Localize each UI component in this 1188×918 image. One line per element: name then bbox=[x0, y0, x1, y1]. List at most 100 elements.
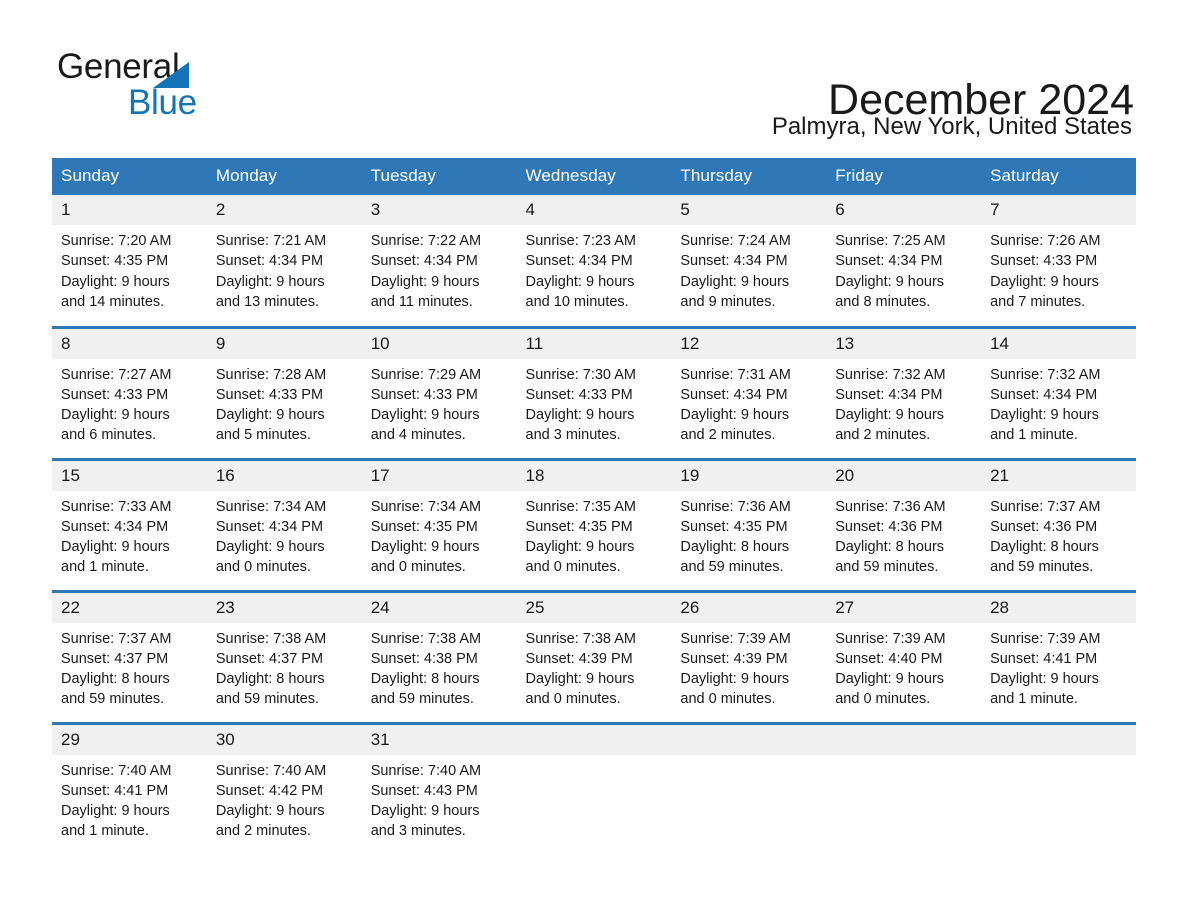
day-sun-info: Sunrise: 7:40 AM Sunset: 4:42 PM Daylight:… bbox=[207, 755, 362, 842]
day-info-line: Daylight: 9 hours bbox=[370, 539, 480, 556]
day-info-line: Sunrise: 7:32 AM bbox=[835, 366, 946, 383]
calendar-day-cell[interactable]: 5 Sunrise: 7:24 AM Sunset: 4:34 PM Daylight… bbox=[671, 195, 827, 327]
day-sun-info: Sunrise: 7:33 AM Sunset: 4:34 PM Daylight:… bbox=[52, 491, 207, 578]
day-info-line: Sunset: 4:35 PM bbox=[525, 518, 633, 535]
calendar-day-cell[interactable]: 13 Sunrise: 7:32 AM Sunset: 4:34 PM Dayligh… bbox=[826, 325, 982, 459]
day-info-line: Daylight: 9 hours bbox=[370, 273, 480, 290]
day-number: 16 bbox=[206, 460, 362, 491]
calendar-day-cell[interactable]: 31 Sunrise: 7:40 AM Sunset: 4:43 PM Dayligh… bbox=[361, 721, 517, 855]
calendar-day-cell[interactable]: 14 Sunrise: 7:32 AM Sunset: 4:34 PM Dayligh… bbox=[981, 325, 1136, 459]
calendar-day-cell[interactable]: 7 Sunrise: 7:26 AM Sunset: 4:33 PM Daylight… bbox=[981, 195, 1136, 327]
calendar-day-cell[interactable]: 12 Sunrise: 7:31 AM Sunset: 4:34 PM Dayligh… bbox=[671, 325, 827, 459]
day-info-line: Sunset: 4:37 PM bbox=[215, 650, 324, 667]
day-info-line: Sunset: 4:33 PM bbox=[525, 386, 633, 403]
calendar-day-cell[interactable]: 19 Sunrise: 7:36 AM Sunset: 4:35 PM Dayligh… bbox=[671, 457, 827, 591]
calendar-day-cell[interactable]: 11 Sunrise: 7:30 AM Sunset: 4:33 PM Dayligh… bbox=[516, 325, 672, 459]
calendar-day-cell[interactable]: 1 Sunrise: 7:20 AM Sunset: 4:35 PM Daylight… bbox=[52, 195, 207, 327]
day-number: 5 bbox=[671, 195, 827, 225]
day-info-line: Daylight: 9 hours bbox=[61, 803, 170, 820]
calendar-day-cell[interactable]: 20 Sunrise: 7:36 AM Sunset: 4:36 PM Dayligh… bbox=[826, 457, 982, 591]
day-sun-info: Sunrise: 7:28 AM Sunset: 4:33 PM Daylight:… bbox=[207, 359, 362, 446]
calendar-day-cell[interactable]: 2 Sunrise: 7:21 AM Sunset: 4:34 PM Daylight… bbox=[206, 195, 362, 327]
calendar-day-cell[interactable]: 4 Sunrise: 7:23 AM Sunset: 4:34 PM Daylight… bbox=[516, 195, 672, 327]
day-number: 9 bbox=[206, 328, 362, 359]
generalblue-logo[interactable]: General Blue bbox=[57, 48, 357, 128]
day-info-line: Daylight: 9 hours bbox=[215, 803, 325, 820]
day-info-line: and 0 minutes. bbox=[370, 559, 466, 576]
day-info-line: and 1 minute. bbox=[61, 823, 149, 840]
day-number: 14 bbox=[981, 328, 1136, 359]
day-info-line: and 8 minutes. bbox=[835, 293, 931, 310]
day-info-line: Daylight: 9 hours bbox=[525, 539, 635, 556]
day-sun-info: Sunrise: 7:25 AM Sunset: 4:34 PM Daylight:… bbox=[826, 225, 981, 312]
day-number: 21 bbox=[981, 460, 1136, 491]
calendar-day-cell[interactable]: 8 Sunrise: 7:27 AM Sunset: 4:33 PM Daylight… bbox=[52, 325, 207, 459]
calendar-day-cell[interactable]: 15 Sunrise: 7:33 AM Sunset: 4:34 PM Dayligh… bbox=[52, 457, 207, 591]
day-info-line: Sunset: 4:34 PM bbox=[680, 253, 788, 270]
day-sun-info: Sunrise: 7:29 AM Sunset: 4:33 PM Daylight:… bbox=[362, 359, 517, 446]
day-info-line: Sunrise: 7:25 AM bbox=[835, 233, 946, 249]
day-info-line: and 59 minutes. bbox=[990, 559, 1094, 576]
calendar-day-cell[interactable]: 23 Sunrise: 7:38 AM Sunset: 4:37 PM Dayligh… bbox=[206, 589, 362, 723]
calendar-day-cell[interactable]: 16 Sunrise: 7:34 AM Sunset: 4:34 PM Dayligh… bbox=[206, 457, 362, 591]
day-info-line: and 13 minutes. bbox=[215, 293, 320, 310]
day-info-line: Sunset: 4:35 PM bbox=[370, 518, 478, 535]
day-info-line: Daylight: 9 hours bbox=[990, 273, 1099, 290]
calendar-day-cell[interactable]: 28 Sunrise: 7:39 AM Sunset: 4:41 PM Dayligh… bbox=[981, 589, 1136, 723]
calendar-day-cell[interactable]: 6 Sunrise: 7:25 AM Sunset: 4:34 PM Daylight… bbox=[826, 195, 982, 327]
day-info-line: Sunset: 4:34 PM bbox=[525, 253, 633, 270]
day-info-line: Sunset: 4:34 PM bbox=[215, 518, 324, 535]
day-number: 3 bbox=[361, 195, 517, 225]
calendar-week-row: 29 Sunrise: 7:40 AM Sunset: 4:41 PM Dayligh… bbox=[52, 721, 1136, 855]
calendar-week-row: 15 Sunrise: 7:33 AM Sunset: 4:34 PM Dayligh… bbox=[52, 457, 1136, 591]
day-number: 20 bbox=[826, 460, 982, 491]
calendar-day-cell[interactable]: 30 Sunrise: 7:40 AM Sunset: 4:42 PM Dayligh… bbox=[206, 721, 362, 855]
calendar-day-cell[interactable]: 10 Sunrise: 7:29 AM Sunset: 4:33 PM Dayligh… bbox=[361, 325, 517, 459]
day-info-line: Daylight: 9 hours bbox=[835, 407, 945, 424]
calendar-day-cell-empty bbox=[826, 721, 982, 855]
day-number: 1 bbox=[52, 195, 207, 225]
calendar-day-cell[interactable]: 9 Sunrise: 7:28 AM Sunset: 4:33 PM Daylight… bbox=[206, 325, 362, 459]
day-info-line: Sunrise: 7:23 AM bbox=[525, 233, 636, 249]
day-info-line: and 10 minutes. bbox=[525, 293, 629, 310]
day-info-line: Sunrise: 7:40 AM bbox=[370, 762, 482, 779]
day-sun-info: Sunrise: 7:39 AM Sunset: 4:39 PM Daylight:… bbox=[671, 623, 826, 710]
day-info-line: and 0 minutes. bbox=[215, 559, 311, 576]
day-info-line: and 14 minutes. bbox=[61, 293, 165, 310]
calendar-day-cell[interactable]: 26 Sunrise: 7:39 AM Sunset: 4:39 PM Dayligh… bbox=[671, 589, 827, 723]
day-info-line: Sunset: 4:36 PM bbox=[990, 518, 1098, 535]
day-sun-info: Sunrise: 7:36 AM Sunset: 4:36 PM Daylight:… bbox=[826, 491, 981, 578]
day-info-line: Sunrise: 7:30 AM bbox=[525, 366, 636, 383]
day-number bbox=[516, 724, 672, 755]
day-info-line: Daylight: 8 hours bbox=[990, 539, 1099, 556]
calendar-day-cell[interactable]: 18 Sunrise: 7:35 AM Sunset: 4:35 PM Dayligh… bbox=[516, 457, 672, 591]
day-info-line: Daylight: 8 hours bbox=[680, 539, 790, 556]
calendar-day-cell[interactable]: 25 Sunrise: 7:38 AM Sunset: 4:39 PM Dayligh… bbox=[516, 589, 672, 723]
calendar-body: 1 Sunrise: 7:20 AM Sunset: 4:35 PM Daylight… bbox=[52, 195, 1136, 855]
day-sun-info: Sunrise: 7:21 AM Sunset: 4:34 PM Daylight:… bbox=[207, 225, 362, 312]
day-number bbox=[826, 724, 982, 755]
calendar-day-cell[interactable]: 3 Sunrise: 7:22 AM Sunset: 4:34 PM Daylight… bbox=[361, 195, 517, 327]
calendar-day-cell[interactable]: 17 Sunrise: 7:34 AM Sunset: 4:35 PM Dayligh… bbox=[361, 457, 517, 591]
calendar-day-cell[interactable]: 27 Sunrise: 7:39 AM Sunset: 4:40 PM Dayligh… bbox=[826, 589, 982, 723]
day-sun-info: Sunrise: 7:37 AM Sunset: 4:36 PM Daylight:… bbox=[981, 491, 1136, 578]
calendar-day-cell[interactable]: 24 Sunrise: 7:38 AM Sunset: 4:38 PM Dayligh… bbox=[361, 589, 517, 723]
day-info-line: Sunrise: 7:38 AM bbox=[215, 630, 327, 647]
day-number bbox=[671, 724, 827, 755]
calendar-week-row: 22 Sunrise: 7:37 AM Sunset: 4:37 PM Dayligh… bbox=[52, 589, 1136, 723]
calendar-day-cell[interactable]: 29 Sunrise: 7:40 AM Sunset: 4:41 PM Dayligh… bbox=[52, 721, 207, 855]
day-info-line: Daylight: 9 hours bbox=[215, 539, 325, 556]
calendar-day-cell[interactable]: 21 Sunrise: 7:37 AM Sunset: 4:36 PM Dayligh… bbox=[981, 457, 1136, 591]
day-info-line: Sunrise: 7:37 AM bbox=[61, 630, 172, 647]
day-info-line: Sunrise: 7:39 AM bbox=[990, 630, 1101, 647]
weekday-header-row: Sunday Monday Tuesday Wednesday Thursday Frid… bbox=[52, 158, 1136, 195]
day-info-line: and 0 minutes. bbox=[525, 691, 621, 708]
day-info-line: and 59 minutes. bbox=[61, 691, 165, 708]
day-sun-info: Sunrise: 7:34 AM Sunset: 4:34 PM Daylight:… bbox=[207, 491, 362, 578]
day-number: 10 bbox=[361, 328, 517, 359]
day-info-line: Sunrise: 7:39 AM bbox=[680, 630, 791, 647]
day-info-line: Sunset: 4:34 PM bbox=[215, 253, 324, 270]
calendar-day-cell[interactable]: 22 Sunrise: 7:37 AM Sunset: 4:37 PM Dayligh… bbox=[52, 589, 207, 723]
day-sun-info: Sunrise: 7:38 AM Sunset: 4:37 PM Daylight:… bbox=[207, 623, 362, 710]
day-info-line: Daylight: 9 hours bbox=[370, 407, 480, 424]
